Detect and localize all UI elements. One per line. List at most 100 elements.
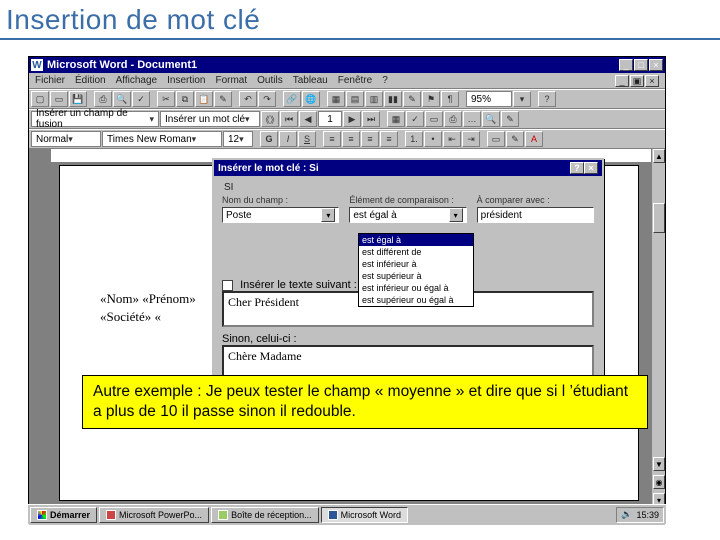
fontsize-combo[interactable]: 12▾ bbox=[223, 131, 253, 147]
insert-table-icon[interactable]: ▤ bbox=[346, 91, 364, 107]
tables-icon[interactable]: ▦ bbox=[327, 91, 345, 107]
next-record-icon[interactable]: ▶ bbox=[343, 111, 361, 127]
print-icon[interactable]: ⎙ bbox=[94, 91, 112, 107]
menu-table[interactable]: Tableau bbox=[293, 75, 328, 86]
zoom-dropdown-icon[interactable]: ▾ bbox=[513, 91, 531, 107]
align-justify-icon[interactable]: ≡ bbox=[380, 131, 398, 147]
excel-icon[interactable]: ▥ bbox=[365, 91, 383, 107]
menu-insert[interactable]: Insertion bbox=[167, 75, 205, 86]
first-record-icon[interactable]: ⏮ bbox=[280, 111, 298, 127]
open-icon[interactable]: ▭ bbox=[50, 91, 68, 107]
close-button[interactable]: × bbox=[649, 59, 663, 71]
underline-icon[interactable]: S bbox=[298, 131, 316, 147]
decrease-indent-icon[interactable]: ⇤ bbox=[443, 131, 461, 147]
highlight-icon[interactable]: ✎ bbox=[506, 131, 524, 147]
drawing-icon[interactable]: ✎ bbox=[403, 91, 421, 107]
task-powerpoint[interactable]: Microsoft PowerPo... bbox=[99, 507, 209, 523]
undo-icon[interactable]: ↶ bbox=[239, 91, 257, 107]
check-errors-icon[interactable]: ✓ bbox=[406, 111, 424, 127]
chevron-down-icon[interactable]: ▾ bbox=[449, 208, 463, 222]
numbering-icon[interactable]: 1. bbox=[405, 131, 423, 147]
mailmerge-dialog-icon[interactable]: … bbox=[463, 111, 481, 127]
bold-icon[interactable]: G bbox=[260, 131, 278, 147]
increase-indent-icon[interactable]: ⇥ bbox=[462, 131, 480, 147]
doc-close-button[interactable]: × bbox=[645, 75, 659, 87]
borders-icon[interactable]: ▭ bbox=[487, 131, 505, 147]
system-tray[interactable]: 🔊 15:39 bbox=[616, 507, 664, 523]
italic-icon[interactable]: I bbox=[279, 131, 297, 147]
menu-view[interactable]: Affichage bbox=[116, 75, 158, 86]
view-merged-icon[interactable]: 《》 bbox=[261, 111, 279, 127]
align-left-icon[interactable]: ≡ bbox=[323, 131, 341, 147]
bullets-icon[interactable]: • bbox=[424, 131, 442, 147]
insert-merge-field-button[interactable]: Insérer un champ de fusion▾ bbox=[31, 111, 159, 127]
last-record-icon[interactable]: ⏭ bbox=[362, 111, 380, 127]
style-combo[interactable]: Normal▾ bbox=[31, 131, 101, 147]
font-color-icon[interactable]: A bbox=[525, 131, 543, 147]
dropdown-option[interactable]: est égal à bbox=[359, 234, 473, 246]
dropdown-option[interactable]: est supérieur à bbox=[359, 270, 473, 282]
font-combo[interactable]: Times New Roman▾ bbox=[102, 131, 222, 147]
maximize-button[interactable]: □ bbox=[634, 59, 648, 71]
new-icon[interactable]: ▢ bbox=[31, 91, 49, 107]
scroll-down-icon[interactable]: ▼ bbox=[653, 457, 665, 471]
dropdown-option[interactable]: est inférieur à bbox=[359, 258, 473, 270]
save-icon[interactable]: 💾 bbox=[69, 91, 87, 107]
format-painter-icon[interactable]: ✎ bbox=[214, 91, 232, 107]
doc-minimize-button[interactable]: _ bbox=[615, 75, 629, 87]
doc-restore-button[interactable]: ▣ bbox=[630, 75, 644, 87]
menu-edit[interactable]: Édition bbox=[75, 75, 106, 86]
help-icon[interactable]: ? bbox=[538, 91, 556, 107]
map-icon[interactable]: ⚑ bbox=[422, 91, 440, 107]
scroll-up-icon[interactable]: ▲ bbox=[653, 149, 665, 163]
mailmerge-helper-icon[interactable]: ▦ bbox=[387, 111, 405, 127]
then-text-value: Cher Président bbox=[228, 295, 299, 309]
record-number[interactable]: 1 bbox=[318, 111, 342, 127]
merge-to-new-icon[interactable]: ▭ bbox=[425, 111, 443, 127]
columns-icon[interactable]: ▮▮ bbox=[384, 91, 402, 107]
hyperlink-icon[interactable]: 🔗 bbox=[283, 91, 301, 107]
page-up-icon[interactable]: ◉ bbox=[653, 475, 665, 489]
web-toolbar-icon[interactable]: 🌐 bbox=[302, 91, 320, 107]
field-combobox[interactable]: Poste ▾ bbox=[222, 207, 339, 223]
redo-icon[interactable]: ↷ bbox=[258, 91, 276, 107]
cut-icon[interactable]: ✂ bbox=[157, 91, 175, 107]
dropdown-option[interactable]: est supérieur ou égal à bbox=[359, 294, 473, 306]
align-right-icon[interactable]: ≡ bbox=[361, 131, 379, 147]
compare-to-input[interactable]: président bbox=[477, 207, 594, 223]
dialog-close-button[interactable]: × bbox=[584, 162, 598, 174]
comparison-dropdown-list[interactable]: est égal à est différent de est inférieu… bbox=[358, 233, 474, 307]
print-preview-icon[interactable]: 🔍 bbox=[113, 91, 131, 107]
menu-file[interactable]: Fichier bbox=[35, 75, 65, 86]
menu-window[interactable]: Fenêtre bbox=[338, 75, 372, 86]
vertical-scrollbar[interactable]: ▲ ▼ ◉ ▾ bbox=[651, 149, 665, 507]
start-button[interactable]: Démarrer bbox=[30, 507, 97, 523]
align-center-icon[interactable]: ≡ bbox=[342, 131, 360, 147]
prev-record-icon[interactable]: ◀ bbox=[299, 111, 317, 127]
zoom-combo[interactable]: 95% bbox=[466, 91, 512, 107]
merge-to-printer-icon[interactable]: ⎙ bbox=[444, 111, 462, 127]
copy-icon[interactable]: ⧉ bbox=[176, 91, 194, 107]
menu-format[interactable]: Format bbox=[215, 75, 247, 86]
edit-data-icon[interactable]: ✎ bbox=[501, 111, 519, 127]
task-inbox[interactable]: Boîte de réception... bbox=[211, 507, 319, 523]
comparison-combobox[interactable]: est égal à ▾ bbox=[349, 207, 466, 223]
menu-help[interactable]: ? bbox=[382, 75, 388, 86]
dropdown-option[interactable]: est inférieur ou égal à bbox=[359, 282, 473, 294]
spell-icon[interactable]: ✓ bbox=[132, 91, 150, 107]
task-word[interactable]: Microsoft Word bbox=[321, 507, 408, 523]
scroll-thumb[interactable] bbox=[653, 203, 665, 233]
minimize-button[interactable]: _ bbox=[619, 59, 633, 71]
paragraph-marks-icon[interactable]: ¶ bbox=[441, 91, 459, 107]
find-record-icon[interactable]: 🔍 bbox=[482, 111, 500, 127]
windows-icon bbox=[37, 510, 47, 520]
paste-icon[interactable]: 📋 bbox=[195, 91, 213, 107]
tray-icon[interactable]: 🔊 bbox=[621, 509, 632, 520]
chevron-down-icon[interactable]: ▾ bbox=[321, 208, 335, 222]
insert-keyword-button[interactable]: Insérer un mot clé▾ bbox=[160, 111, 260, 127]
slide-divider bbox=[0, 38, 720, 40]
menu-tools[interactable]: Outils bbox=[257, 75, 283, 86]
dialog-help-button[interactable]: ? bbox=[570, 162, 584, 174]
dropdown-option[interactable]: est différent de bbox=[359, 246, 473, 258]
then-checkbox[interactable] bbox=[222, 280, 233, 291]
